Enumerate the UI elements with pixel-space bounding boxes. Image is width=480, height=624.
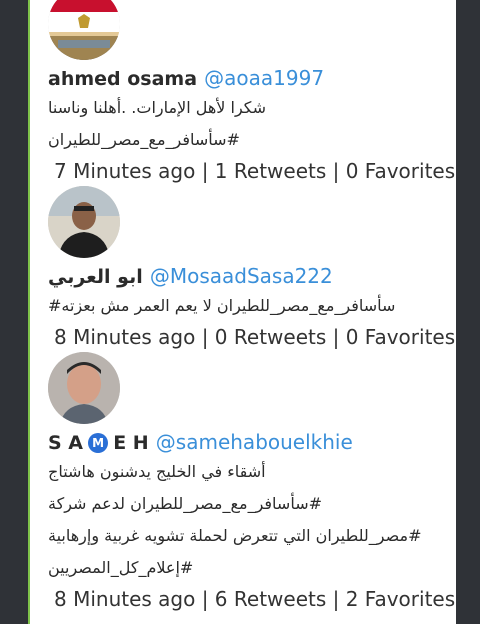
user-handle[interactable]: @MosaadSasa222 (150, 264, 333, 288)
user-handle[interactable]: @aoaa1997 (204, 66, 324, 90)
tweet-meta: 8 Minutes ago | 6 Retweets | 2 Favorites (54, 587, 456, 611)
display-name-right[interactable]: E H (113, 432, 149, 454)
hashtag-line[interactable]: #مصر_للطيران التي تتعرض لحملة تشويه غربي… (48, 520, 448, 552)
man-dark-shirt-avatar-icon (48, 186, 120, 258)
display-name[interactable]: ahmed osama (48, 68, 197, 90)
tweet-meta: 7 Minutes ago | 1 Retweets | 0 Favorites (54, 159, 456, 183)
hashtag-line[interactable]: #سأسافر_مع_مصر_للطيران لدعم شركة (48, 488, 448, 520)
tweet-meta: 8 Minutes ago | 0 Retweets | 0 Favorites (54, 325, 456, 349)
avatar[interactable] (48, 186, 120, 258)
tweet-item[interactable]: ahmed osama @aoaa1997 شكرا لأهل الإمارات… (48, 0, 456, 186)
tweet-text-line: شكرا لأهل الإمارات. .أهلنا وناسنا (48, 98, 267, 117)
hashtag-line[interactable]: #إعلام_كل_المصريين (48, 552, 448, 584)
display-name-left[interactable]: S A (48, 432, 83, 454)
tweet-text-line: سأسافر_مع_مصر_للطيران لا يعم العمر مش بع… (48, 296, 396, 315)
egypt-flag-avatar-icon (48, 0, 120, 60)
tweet-item[interactable]: ابو العربي @MosaadSasa222 سأسافر_مع_مصر_… (48, 186, 456, 352)
hashtag-line[interactable]: #سأسافر_مع_مصر_للطيران (48, 124, 448, 156)
display-name[interactable]: ابو العربي (48, 266, 143, 288)
man-portrait-avatar-icon (48, 352, 120, 424)
verified-m-icon: M (88, 433, 109, 453)
avatar[interactable] (48, 352, 120, 424)
app-frame: ahmed osama @aoaa1997 شكرا لأهل الإمارات… (0, 0, 480, 624)
tweet-item[interactable]: S A M E H @samehabouelkhie أشقاء في الخل… (48, 352, 456, 614)
tweet-text-line: أشقاء في الخليج يدشنون هاشتاج (48, 462, 266, 481)
avatar[interactable] (48, 0, 120, 60)
user-handle[interactable]: @samehabouelkhie (156, 430, 353, 454)
tweet-feed: ahmed osama @aoaa1997 شكرا لأهل الإمارات… (28, 0, 460, 624)
